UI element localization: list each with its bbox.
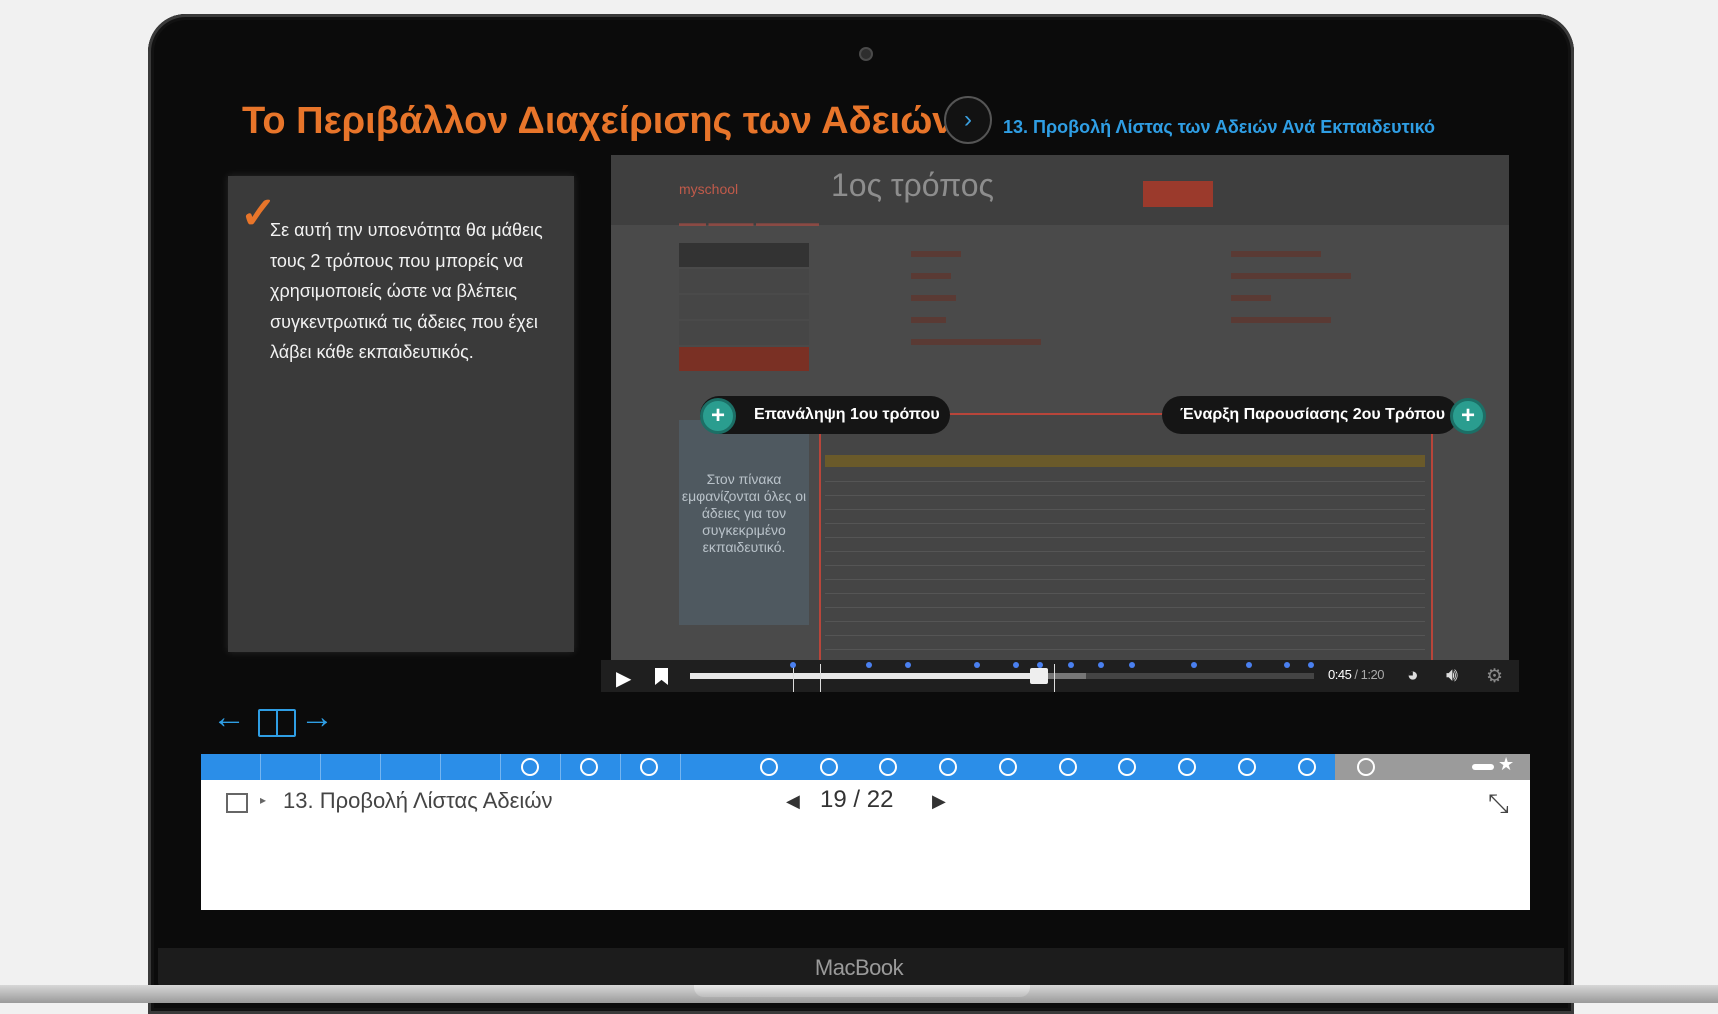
circle-icon — [640, 758, 658, 776]
start-method-2-label: Έναρξη Παρουσίασης 2ου Τρόπου — [1180, 406, 1446, 423]
progress-segment[interactable] — [1157, 756, 1217, 778]
time-display: 0:45 / 1:20 — [1328, 667, 1384, 682]
cue-dot — [1246, 662, 1252, 668]
key-icon — [1472, 764, 1494, 770]
cue-dot — [1308, 662, 1314, 668]
video-logo: myschool — [679, 181, 739, 197]
camera-icon — [859, 47, 873, 61]
circle-icon — [1118, 758, 1136, 776]
current-page: 19 — [820, 786, 847, 813]
plus-icon[interactable]: + — [1450, 398, 1486, 434]
slide-title: 13. Προβολή Λίστας Αδειών — [283, 788, 553, 813]
circle-icon — [1178, 758, 1196, 776]
arrow-right-icon[interactable]: → — [300, 700, 334, 734]
cue-dot — [974, 662, 980, 668]
page-separator: / — [853, 786, 861, 813]
circle-icon — [999, 758, 1017, 776]
next-page-icon[interactable]: ▶ — [932, 791, 946, 812]
repeat-method-1-label: Επανάληψη 1ου τρόπου — [754, 406, 940, 423]
seek-thumb[interactable] — [1030, 668, 1048, 684]
progress-segment[interactable] — [1097, 756, 1157, 778]
progress-segment[interactable] — [978, 756, 1038, 778]
section-title: 13. Προβολή Λίστας των Αδειών Ανά Εκπαιδ… — [1003, 117, 1436, 137]
collapse-icon[interactable]: ⤡ — [1488, 788, 1509, 820]
time-separator: / — [1351, 667, 1361, 682]
progress-segment[interactable] — [799, 756, 859, 778]
video-menu-active — [1143, 181, 1213, 207]
cue-dot — [1284, 662, 1290, 668]
current-time: 0:45 — [1328, 667, 1352, 682]
video-app-header — [611, 155, 1509, 225]
progress-segment[interactable] — [858, 756, 918, 778]
total-pages: 22 — [866, 786, 894, 813]
circle-icon — [879, 758, 897, 776]
prev-page-icon[interactable]: ◀ — [786, 791, 800, 812]
progress-segment[interactable] — [559, 756, 619, 778]
tip-text: Στον πίνακα εμφανίζονται όλες οι άδειες … — [681, 471, 807, 555]
total-time: 1:20 — [1360, 667, 1385, 682]
cue-dot — [1068, 662, 1074, 668]
cue-dot — [1098, 662, 1104, 668]
cue-dot — [1191, 662, 1197, 668]
video-table — [819, 413, 1433, 663]
volume-icon[interactable]: 🔊︎ — [1446, 665, 1458, 687]
overlay-label: 1ος τρόπος — [831, 167, 994, 203]
cue-dot — [790, 662, 796, 668]
segment-separator — [680, 754, 681, 780]
cue-dot — [905, 662, 911, 668]
circle-icon — [1357, 758, 1375, 776]
toc-icon[interactable] — [226, 793, 248, 813]
start-method-2-button[interactable]: Έναρξη Παρουσίασης 2ου Τρόπου — [1162, 396, 1458, 434]
cue-dot — [1013, 662, 1019, 668]
info-text: Σε αυτή την υποενότητα θα μάθεις τους 2 … — [270, 220, 543, 362]
laptop-brand: MacBook — [814, 955, 904, 980]
chapter-marker — [820, 664, 821, 692]
progress-segment[interactable] — [1336, 756, 1396, 778]
arrow-left-icon[interactable]: ← — [212, 700, 246, 734]
cue-dot — [1129, 662, 1135, 668]
course-title: Το Περιβάλλον Διαχείρισης των Αδειών — [242, 100, 954, 142]
page-counter: 19 / 22 — [820, 786, 893, 814]
progress-segment[interactable] — [1217, 756, 1277, 778]
circle-icon — [939, 758, 957, 776]
progress-segment[interactable] — [739, 756, 799, 778]
circle-icon — [1238, 758, 1256, 776]
play-icon[interactable]: ▶ — [616, 666, 631, 691]
chapter-marker — [1054, 664, 1055, 692]
segment-separator — [260, 754, 261, 780]
cue-dot — [866, 662, 872, 668]
progress-segment[interactable] — [1277, 756, 1337, 778]
speed-icon[interactable]: ◕ — [1407, 665, 1418, 687]
star-icon[interactable]: ★ — [1498, 754, 1514, 775]
laptop-notch — [694, 985, 1030, 997]
circle-icon — [521, 758, 539, 776]
book-icon[interactable] — [258, 709, 296, 737]
video-side-menu — [679, 243, 809, 373]
repeat-method-1-button[interactable]: Επανάληψη 1ου τρόπου — [700, 396, 950, 434]
circle-icon — [760, 758, 778, 776]
gear-icon[interactable]: ⚙ — [1486, 665, 1503, 688]
circle-icon — [580, 758, 598, 776]
progress-segment[interactable] — [619, 756, 679, 778]
progress-segment[interactable] — [1038, 756, 1098, 778]
progress-segment[interactable] — [918, 756, 978, 778]
plus-icon[interactable]: + — [700, 398, 736, 434]
circle-icon — [1298, 758, 1316, 776]
segment-separator — [440, 754, 441, 780]
chevron-right-icon[interactable]: › — [944, 96, 992, 144]
caret-right-icon[interactable]: ▸ — [260, 793, 266, 807]
progress-segment[interactable] — [500, 756, 560, 778]
circle-icon — [820, 758, 838, 776]
chapter-marker — [793, 664, 794, 692]
segment-separator — [380, 754, 381, 780]
circle-icon — [1059, 758, 1077, 776]
video-breadcrumb: ▬▬▬ ▬▬▬▬▬ ▬▬▬▬▬▬▬ — [679, 218, 820, 228]
segment-separator — [320, 754, 321, 780]
seek-progress — [690, 673, 1040, 679]
